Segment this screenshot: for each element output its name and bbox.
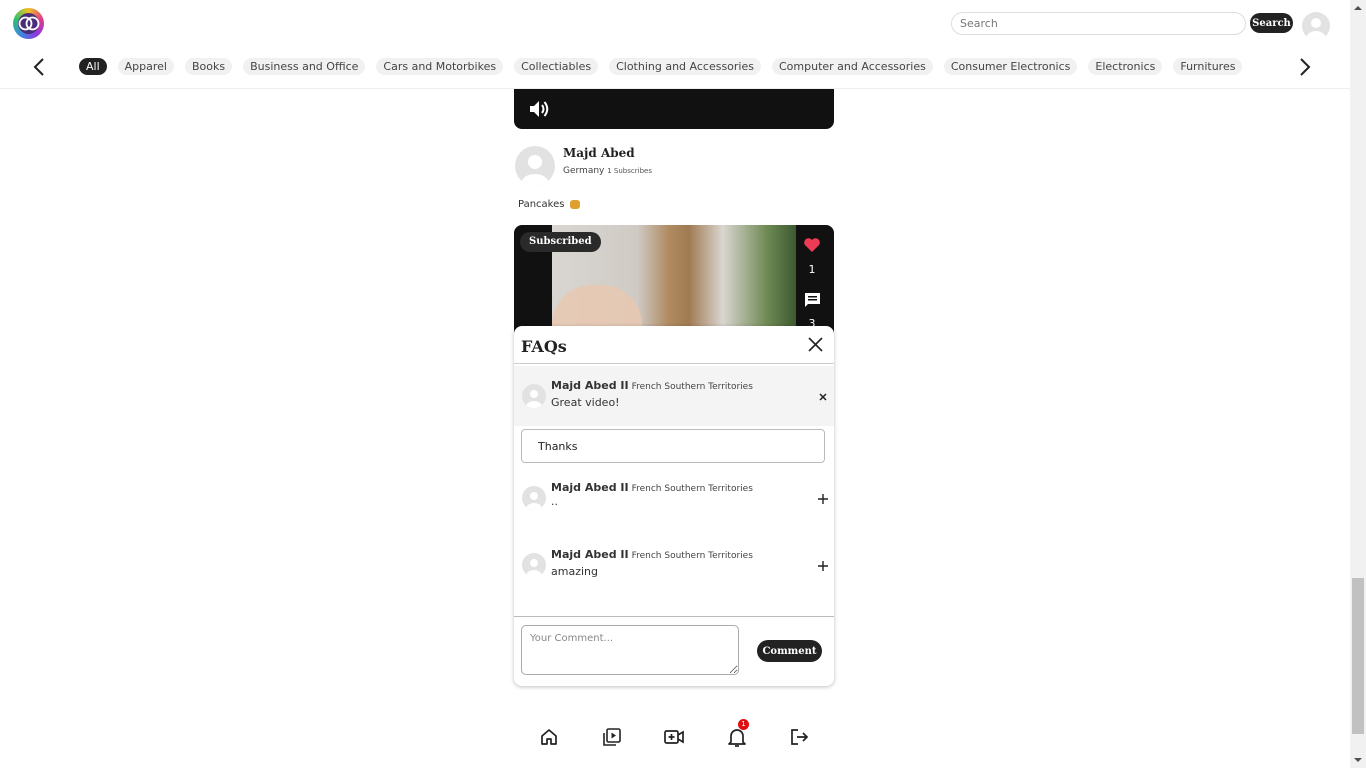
- comment-button[interactable]: Comment: [757, 640, 822, 662]
- video-library-icon[interactable]: [601, 726, 623, 748]
- category-pill-collectiables[interactable]: Collectiables: [514, 58, 599, 75]
- collapse-icon[interactable]: [816, 389, 830, 403]
- category-pill-all[interactable]: All: [79, 58, 107, 75]
- category-list: All Apparel Books Business and Office Ca…: [79, 58, 1243, 75]
- like-count: 1: [808, 263, 816, 276]
- subscriber-count: 1 Subscribes: [607, 167, 652, 175]
- chevron-right-icon[interactable]: [1294, 55, 1316, 79]
- faq-item[interactable]: Majd Abed II French Southern Territories …: [514, 535, 834, 595]
- author-name[interactable]: Majd Abed: [563, 146, 635, 160]
- user-avatar-icon[interactable]: [1302, 12, 1330, 40]
- pancake-emoji-icon: [569, 199, 580, 209]
- scroll-up-arrow-icon[interactable]: [1353, 3, 1363, 13]
- comment-text: amazing: [551, 565, 598, 578]
- top-navigation-bar: Search All Apparel Books Business and Of…: [0, 0, 1350, 89]
- chevron-left-icon[interactable]: [28, 55, 50, 79]
- commenter-country: French Southern Territories: [631, 484, 753, 494]
- previous-video-player[interactable]: [514, 89, 834, 129]
- faq-divider: [514, 363, 834, 364]
- video-player[interactable]: Subscribed 1 3: [514, 225, 834, 335]
- category-pill-consumer-electronics[interactable]: Consumer Electronics: [943, 58, 1078, 75]
- notification-badge: 1: [738, 719, 749, 730]
- category-pill-cars-and-motorbikes[interactable]: Cars and Motorbikes: [376, 58, 504, 75]
- subscribed-badge[interactable]: Subscribed: [520, 232, 601, 252]
- commenter-name-text: Majd Abed II: [551, 548, 629, 561]
- rings-logo-icon: [18, 16, 40, 31]
- home-icon[interactable]: [538, 726, 560, 748]
- add-video-icon[interactable]: [663, 726, 685, 748]
- volume-icon[interactable]: [528, 99, 550, 119]
- comment-icon[interactable]: [804, 292, 821, 308]
- faq-item[interactable]: Majd Abed II French Southern Territories …: [514, 468, 834, 528]
- bell-icon[interactable]: 1: [726, 719, 749, 748]
- comment-input[interactable]: [521, 625, 739, 675]
- search-input[interactable]: [951, 12, 1246, 35]
- commenter-name-text: Majd Abed II: [551, 481, 629, 494]
- faq-footer-divider: [514, 616, 834, 617]
- author-avatar-icon[interactable]: [515, 146, 555, 186]
- category-pill-business-and-office[interactable]: Business and Office: [243, 58, 366, 75]
- faq-item[interactable]: Majd Abed II French Southern Territories …: [514, 366, 834, 426]
- faq-title: FAQs: [521, 337, 567, 356]
- comment-text: ..: [551, 495, 558, 508]
- author-meta: Germany 1 Subscribes: [563, 166, 652, 176]
- commenter-name: Majd Abed II French Southern Territories: [551, 379, 753, 392]
- category-pill-clothing-and-accessories[interactable]: Clothing and Accessories: [609, 58, 761, 75]
- category-pill-books[interactable]: Books: [184, 58, 233, 75]
- commenter-name: Majd Abed II French Southern Territories: [551, 481, 753, 494]
- faq-panel: FAQs Majd Abed II French Southern Territo…: [514, 326, 834, 686]
- author-country: Germany: [563, 166, 605, 176]
- category-pill-electronics[interactable]: Electronics: [1088, 58, 1163, 75]
- expand-icon[interactable]: [816, 491, 830, 505]
- scroll-down-arrow-icon[interactable]: [1353, 755, 1363, 765]
- heart-icon[interactable]: [803, 237, 821, 253]
- caption-text: Pancakes: [518, 199, 565, 210]
- commenter-name: Majd Abed II French Southern Territories: [551, 548, 753, 561]
- post-caption: Pancakes: [518, 199, 580, 210]
- search-button[interactable]: Search: [1250, 13, 1293, 33]
- commenter-avatar-icon: [522, 553, 546, 577]
- category-pill-apparel[interactable]: Apparel: [117, 58, 174, 75]
- close-icon[interactable]: [807, 336, 824, 353]
- category-pill-computer-and-accessories[interactable]: Computer and Accessories: [772, 58, 933, 75]
- logout-icon[interactable]: [788, 726, 810, 748]
- comment-text: Great video!: [551, 396, 620, 409]
- scrollbar-thumb[interactable]: [1352, 578, 1364, 734]
- commenter-avatar-icon: [522, 486, 546, 510]
- commenter-avatar-icon: [522, 384, 546, 408]
- bottom-navigation: 1: [514, 719, 834, 754]
- expand-icon[interactable]: [816, 558, 830, 572]
- commenter-name-text: Majd Abed II: [551, 379, 629, 392]
- category-pill-furnitures[interactable]: Furnitures: [1173, 58, 1243, 75]
- commenter-country: French Southern Territories: [631, 382, 753, 392]
- reply-input[interactable]: [521, 429, 825, 463]
- commenter-country: French Southern Territories: [631, 551, 753, 561]
